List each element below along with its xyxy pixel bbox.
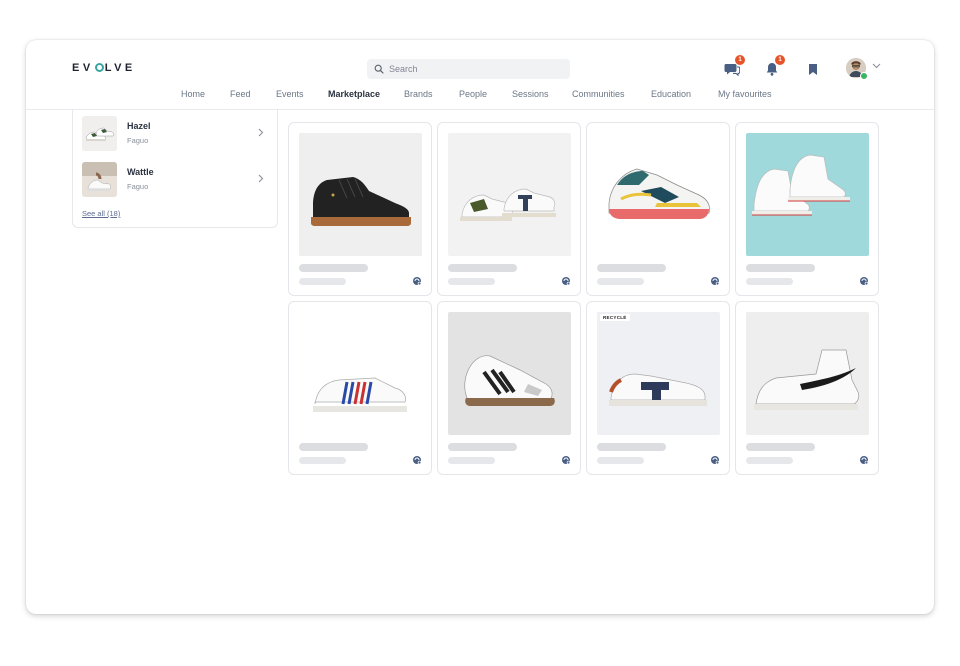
white-striped-sneaker-icon bbox=[313, 377, 407, 412]
avatar[interactable] bbox=[846, 58, 868, 80]
title-placeholder bbox=[597, 264, 666, 272]
product-card[interactable] bbox=[288, 122, 432, 296]
top-header: EV LVE 1 1 Home Feed Events Marketplace B… bbox=[26, 40, 934, 110]
notifications-badge: 1 bbox=[775, 55, 785, 65]
messages-button[interactable]: 1 bbox=[723, 55, 745, 78]
chevron-down-icon[interactable] bbox=[872, 63, 881, 69]
nav-events[interactable]: Events bbox=[276, 89, 304, 99]
nav-sessions[interactable]: Sessions bbox=[512, 89, 549, 99]
see-all-link[interactable]: See all (18) bbox=[82, 209, 120, 218]
item-brand: Faguo bbox=[127, 136, 149, 145]
nav-people[interactable]: People bbox=[459, 89, 487, 99]
notifications-button[interactable]: 1 bbox=[763, 55, 785, 78]
product-image bbox=[448, 133, 571, 256]
list-item[interactable]: Hazel Faguo bbox=[82, 116, 272, 152]
white-converse-icon bbox=[752, 154, 850, 216]
recycle-badge-icon bbox=[860, 456, 869, 465]
related-products-card: Hazel Faguo Wattle Faguo See all (18) bbox=[72, 110, 278, 228]
price-placeholder bbox=[299, 278, 346, 285]
recycle-badge-icon bbox=[711, 277, 720, 286]
product-thumbnail bbox=[82, 162, 117, 197]
product-card[interactable] bbox=[437, 122, 581, 296]
product-image bbox=[299, 133, 422, 256]
chevron-right-icon bbox=[258, 128, 264, 137]
recycle-badge-icon bbox=[562, 277, 571, 286]
recycle-badge-icon bbox=[413, 456, 422, 465]
price-placeholder bbox=[448, 278, 495, 285]
sneaker-pair-icon bbox=[82, 116, 117, 151]
nav-marketplace[interactable]: Marketplace bbox=[328, 89, 380, 99]
nav-brands[interactable]: Brands bbox=[404, 89, 433, 99]
main-nav: Home Feed Events Marketplace Brands Peop… bbox=[26, 89, 934, 103]
title-placeholder bbox=[597, 443, 666, 451]
item-title: Hazel bbox=[127, 121, 151, 131]
product-card[interactable] bbox=[586, 122, 730, 296]
adidas-samba-icon bbox=[464, 355, 555, 406]
nav-my-favourites[interactable]: My favourites bbox=[718, 89, 772, 99]
title-placeholder bbox=[299, 264, 368, 272]
online-status-dot bbox=[860, 72, 868, 80]
white-green-sneakers-icon bbox=[460, 188, 556, 221]
product-card[interactable] bbox=[437, 301, 581, 475]
logo-o-icon bbox=[94, 63, 104, 72]
recycle-badge-icon bbox=[413, 277, 422, 286]
nav-home[interactable]: Home bbox=[181, 89, 205, 99]
item-title: Wattle bbox=[127, 167, 154, 177]
chevron-right-icon bbox=[258, 174, 264, 183]
logo-text-end: LVE bbox=[104, 62, 136, 74]
messages-badge: 1 bbox=[735, 55, 745, 65]
product-thumbnail bbox=[82, 116, 117, 151]
recycle-badge-icon bbox=[711, 456, 720, 465]
product-card[interactable]: RECYCLÉ bbox=[586, 301, 730, 475]
title-placeholder bbox=[746, 264, 815, 272]
nav-feed[interactable]: Feed bbox=[230, 89, 251, 99]
title-placeholder bbox=[448, 443, 517, 451]
title-placeholder bbox=[299, 443, 368, 451]
nike-blazer-icon bbox=[754, 349, 860, 410]
app-window: EV LVE 1 1 Home Feed Events Marketplace B… bbox=[26, 40, 934, 614]
logo-text-start: EV bbox=[72, 62, 94, 74]
price-placeholder bbox=[597, 457, 644, 464]
product-image: RECYCLÉ bbox=[597, 312, 720, 435]
product-image bbox=[299, 312, 422, 435]
recycle-badge-icon bbox=[860, 277, 869, 286]
product-image bbox=[746, 312, 869, 435]
nav-education[interactable]: Education bbox=[651, 89, 691, 99]
price-placeholder bbox=[597, 278, 644, 285]
price-placeholder bbox=[746, 278, 793, 285]
list-item[interactable]: Wattle Faguo bbox=[82, 162, 272, 198]
nike-air-max-icon bbox=[608, 168, 710, 219]
item-brand: Faguo bbox=[127, 182, 149, 191]
nav-communities[interactable]: Communities bbox=[572, 89, 625, 99]
product-image bbox=[448, 312, 571, 435]
black-high-top-sneaker-icon bbox=[311, 177, 411, 226]
title-placeholder bbox=[448, 264, 517, 272]
title-placeholder bbox=[746, 443, 815, 451]
bookmarks-button[interactable] bbox=[804, 60, 822, 78]
product-image bbox=[597, 133, 720, 256]
sneaker-photo-icon bbox=[82, 162, 117, 197]
price-placeholder bbox=[448, 457, 495, 464]
recycle-badge-icon bbox=[562, 456, 571, 465]
faguo-recycled-sneaker-icon bbox=[609, 373, 707, 406]
price-placeholder bbox=[299, 457, 346, 464]
bookmark-icon bbox=[809, 63, 817, 75]
price-placeholder bbox=[746, 457, 793, 464]
product-card[interactable] bbox=[735, 122, 879, 296]
search-input[interactable] bbox=[389, 64, 559, 74]
product-card[interactable] bbox=[735, 301, 879, 475]
search-bar[interactable] bbox=[367, 59, 570, 79]
product-image bbox=[746, 133, 869, 256]
search-icon bbox=[374, 64, 384, 74]
evolve-logo[interactable]: EV LVE bbox=[72, 62, 136, 74]
product-card[interactable] bbox=[288, 301, 432, 475]
recycled-tag: RECYCLÉ bbox=[600, 314, 630, 321]
